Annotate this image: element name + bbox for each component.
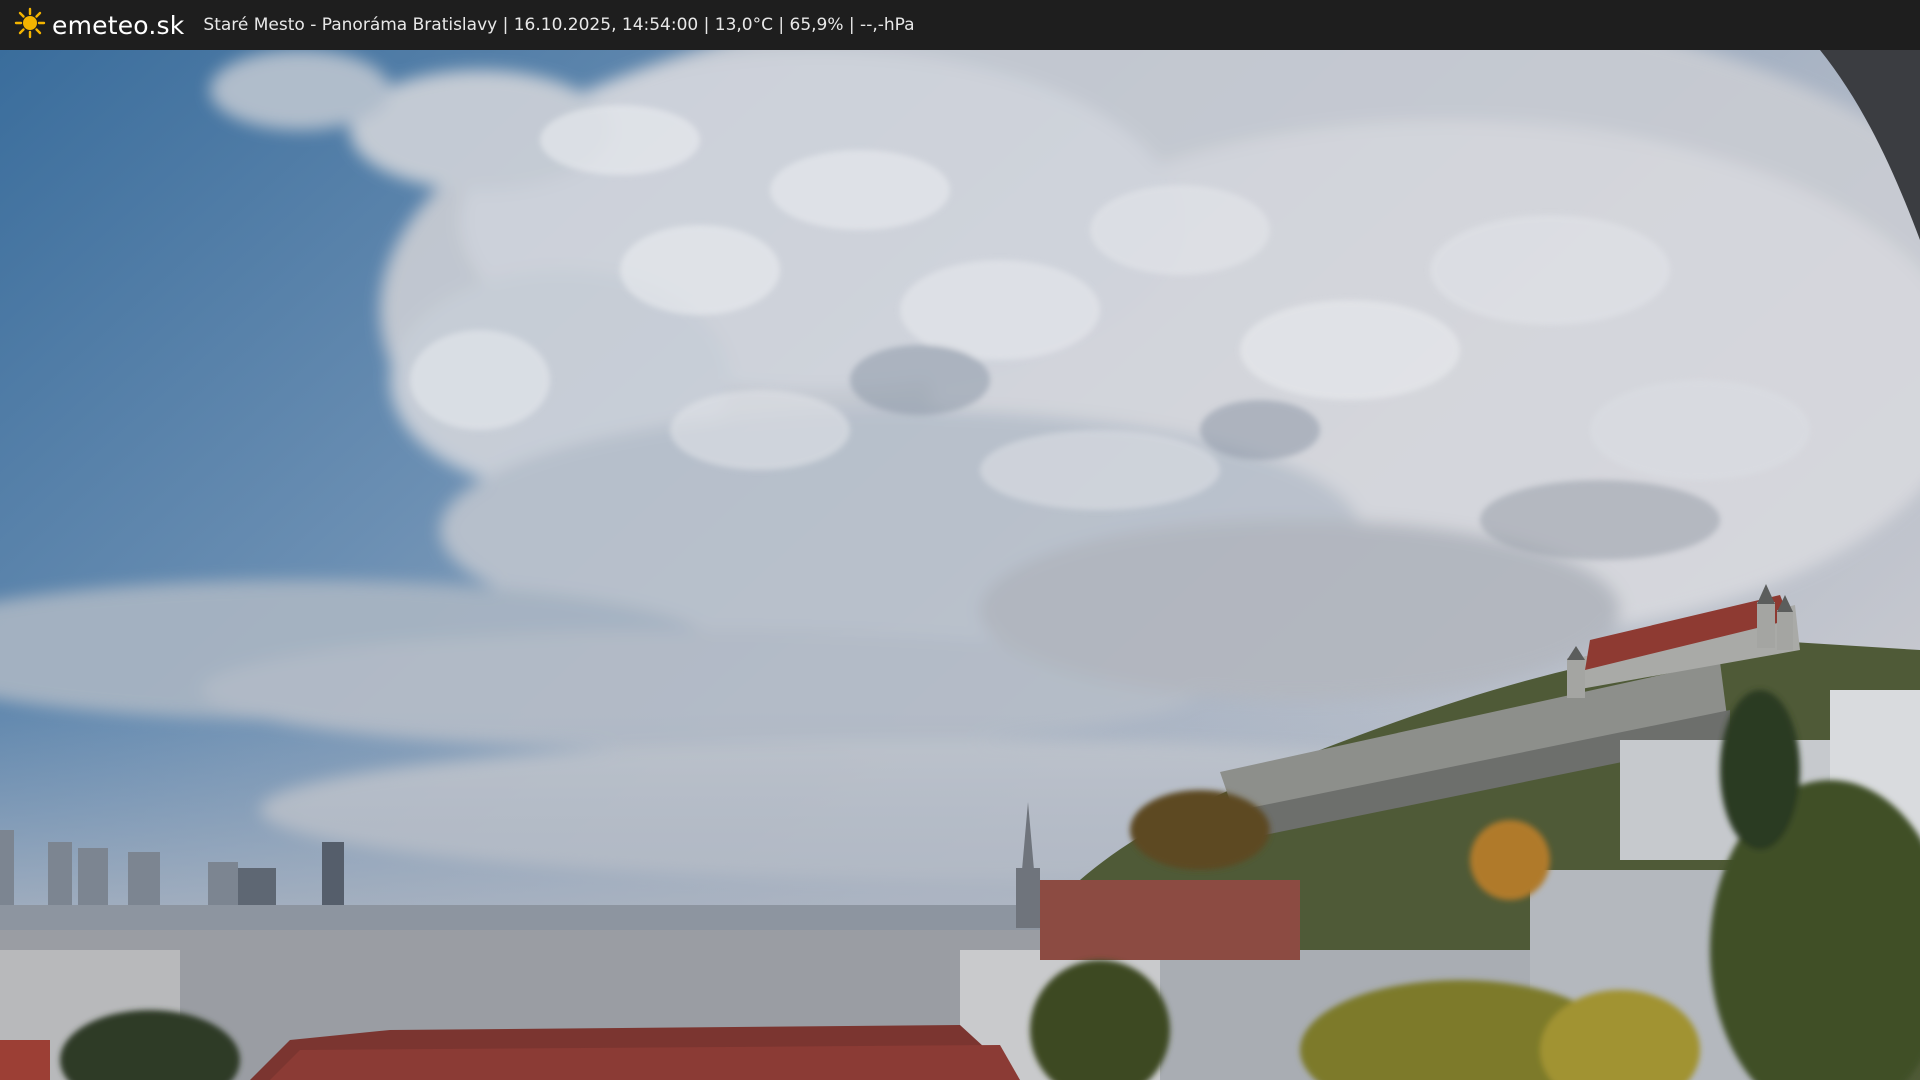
sun-icon	[14, 7, 46, 43]
webcam-image	[0, 50, 1920, 1080]
top-bar: emeteo.sk Staré Mesto - Panoráma Bratisl…	[0, 0, 1920, 50]
site-logo[interactable]: emeteo.sk	[14, 7, 184, 43]
webcam-caption: Staré Mesto - Panoráma Bratislavy | 16.1…	[203, 15, 915, 35]
brand-name: emeteo.sk	[52, 10, 185, 40]
